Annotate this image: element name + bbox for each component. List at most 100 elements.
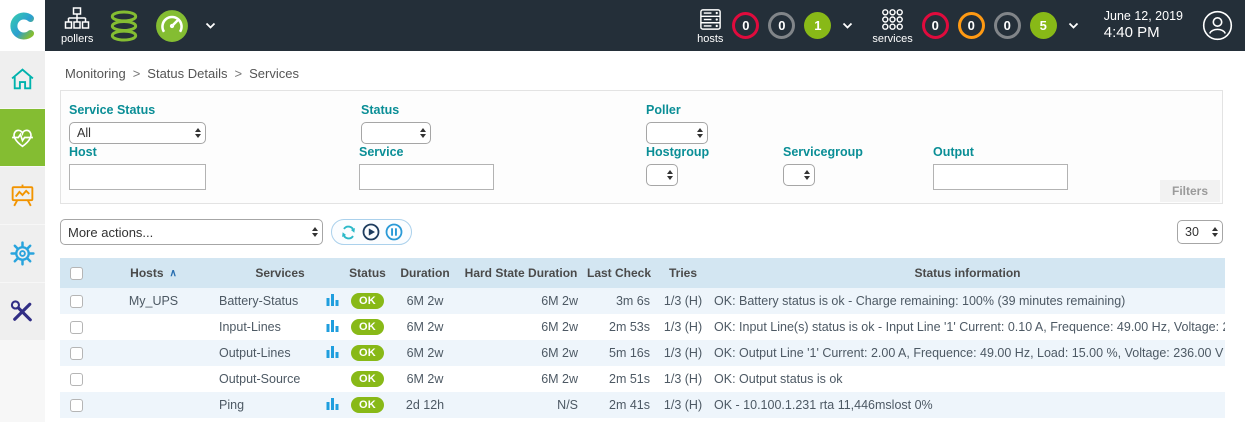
table-header-row: Hosts∧ Services Status Duration Hard Sta… — [60, 258, 1225, 288]
output-input[interactable] — [933, 164, 1068, 190]
hosts-down-counter[interactable]: 0 — [732, 12, 759, 39]
sidebar-item-configuration[interactable] — [0, 225, 45, 282]
hosts-icon — [698, 7, 723, 32]
breadcrumb-status-details[interactable]: Status Details — [147, 66, 227, 81]
service-name[interactable]: Input-Lines — [215, 314, 320, 340]
user-menu-button[interactable] — [1202, 10, 1233, 41]
servicegroup-label: Servicegroup — [783, 145, 863, 159]
duration-value: 6M 2w — [390, 366, 460, 392]
hosts-unreachable-counter[interactable]: 0 — [768, 12, 795, 39]
row-checkbox[interactable] — [70, 295, 83, 308]
duration-value: 2d 12h — [390, 392, 460, 418]
presentation-chart-icon — [9, 182, 36, 209]
pause-button[interactable] — [385, 223, 403, 241]
hostgroup-label: Hostgroup — [646, 145, 709, 159]
service-name[interactable]: Output-Lines — [215, 340, 320, 366]
service-input[interactable] — [359, 164, 494, 190]
select-all-checkbox[interactable] — [70, 267, 83, 280]
tries-value: 1/3 (H) — [656, 392, 710, 418]
host-name[interactable]: My_UPS — [92, 288, 215, 314]
poller-label: Poller — [646, 103, 708, 117]
hosts-expand-icon[interactable] — [842, 22, 853, 30]
services-unknown-counter[interactable]: 0 — [994, 12, 1021, 39]
services-expand-icon[interactable] — [1068, 22, 1079, 30]
gauge-icon — [155, 9, 189, 43]
hosts-label: hosts — [697, 34, 723, 45]
more-actions-select[interactable]: More actions... — [60, 219, 323, 245]
filters-tab[interactable]: Filters — [1160, 180, 1220, 202]
row-checkbox[interactable] — [70, 399, 83, 412]
hosts-up-counter[interactable]: 1 — [804, 12, 831, 39]
database-status-button[interactable] — [107, 9, 141, 43]
last-check-value: 2m 41s — [582, 392, 656, 418]
duration-value: 6M 2w — [390, 314, 460, 340]
header-last-check[interactable]: Last Check — [582, 258, 656, 288]
poller-menu-expand-icon[interactable] — [205, 22, 216, 30]
page-size-select[interactable]: 30 — [1177, 220, 1223, 244]
sidebar-item-administration[interactable] — [0, 283, 45, 340]
service-name[interactable]: Ping — [215, 392, 320, 418]
graph-icon[interactable] — [326, 345, 339, 361]
play-button[interactable] — [362, 223, 380, 241]
refresh-button[interactable] — [340, 224, 357, 241]
hard-state-duration-value: 6M 2w — [460, 366, 582, 392]
sidebar-item-monitoring[interactable] — [0, 109, 45, 166]
header-services[interactable]: Services — [215, 258, 345, 288]
breadcrumb-services[interactable]: Services — [249, 66, 299, 81]
refresh-icon — [340, 224, 357, 241]
services-warning-counter[interactable]: 0 — [958, 12, 985, 39]
last-check-value: 2m 51s — [582, 366, 656, 392]
main-content: Monitoring>Status Details>Services Servi… — [45, 51, 1245, 422]
host-name[interactable] — [92, 340, 215, 366]
poller-select[interactable] — [646, 122, 708, 144]
status-information-text: OK: Battery status is ok - Charge remain… — [710, 288, 1225, 314]
service-name[interactable]: Battery-Status — [215, 288, 320, 314]
hard-state-duration-value: N/S — [460, 392, 582, 418]
graph-icon[interactable] — [326, 397, 339, 413]
services-summary[interactable]: services — [872, 7, 912, 45]
services-critical-counter[interactable]: 0 — [922, 12, 949, 39]
sidebar-item-home[interactable] — [0, 51, 45, 108]
last-check-value: 5m 16s — [582, 340, 656, 366]
services-table: Hosts∧ Services Status Duration Hard Sta… — [60, 258, 1225, 418]
host-input[interactable] — [69, 164, 206, 190]
service-name[interactable]: Output-Source — [215, 366, 320, 392]
header-duration[interactable]: Duration — [390, 258, 460, 288]
duration-value: 6M 2w — [390, 340, 460, 366]
select-all-header — [60, 258, 92, 288]
status-select[interactable] — [361, 122, 431, 144]
hostgroup-select[interactable] — [646, 164, 678, 186]
sidebar-item-reporting[interactable] — [0, 167, 45, 224]
hard-state-duration-value: 6M 2w — [460, 314, 582, 340]
tries-value: 1/3 (H) — [656, 314, 710, 340]
services-ok-counter[interactable]: 5 — [1030, 12, 1057, 39]
hosts-summary[interactable]: hosts — [697, 7, 723, 45]
servicegroup-select[interactable] — [783, 164, 815, 186]
host-name[interactable] — [92, 314, 215, 340]
host-name[interactable] — [92, 392, 215, 418]
latency-status-button[interactable] — [155, 9, 189, 43]
graph-icon[interactable] — [326, 319, 339, 335]
centreon-logo[interactable] — [0, 0, 45, 51]
tries-value: 1/3 (H) — [656, 288, 710, 314]
header-status-information[interactable]: Status information — [710, 258, 1225, 288]
header-status[interactable]: Status — [345, 258, 390, 288]
service-status-select[interactable]: All — [69, 122, 206, 144]
pollers-button[interactable]: pollers — [61, 6, 93, 45]
host-label: Host — [69, 145, 206, 159]
table-row: Ping OK 2d 12h N/S 2m 41s 1/3 (H) OK - 1… — [60, 392, 1225, 418]
header-tries[interactable]: Tries — [656, 258, 710, 288]
top-bar: pollers — [0, 0, 1245, 51]
status-information-text: OK: Output status is ok — [710, 366, 1225, 392]
header-hard-state-duration[interactable]: Hard State Duration — [460, 258, 582, 288]
table-row: My_UPS Battery-Status OK 6M 2w 6M 2w 3m … — [60, 288, 1225, 314]
row-checkbox[interactable] — [70, 321, 83, 334]
status-badge: OK — [351, 371, 384, 387]
breadcrumb-monitoring[interactable]: Monitoring — [65, 66, 126, 81]
header-hosts[interactable]: Hosts∧ — [92, 258, 215, 288]
row-checkbox[interactable] — [70, 347, 83, 360]
graph-icon[interactable] — [326, 293, 339, 309]
current-date: June 12, 2019 — [1104, 9, 1183, 24]
host-name[interactable] — [92, 366, 215, 392]
row-checkbox[interactable] — [70, 373, 83, 386]
